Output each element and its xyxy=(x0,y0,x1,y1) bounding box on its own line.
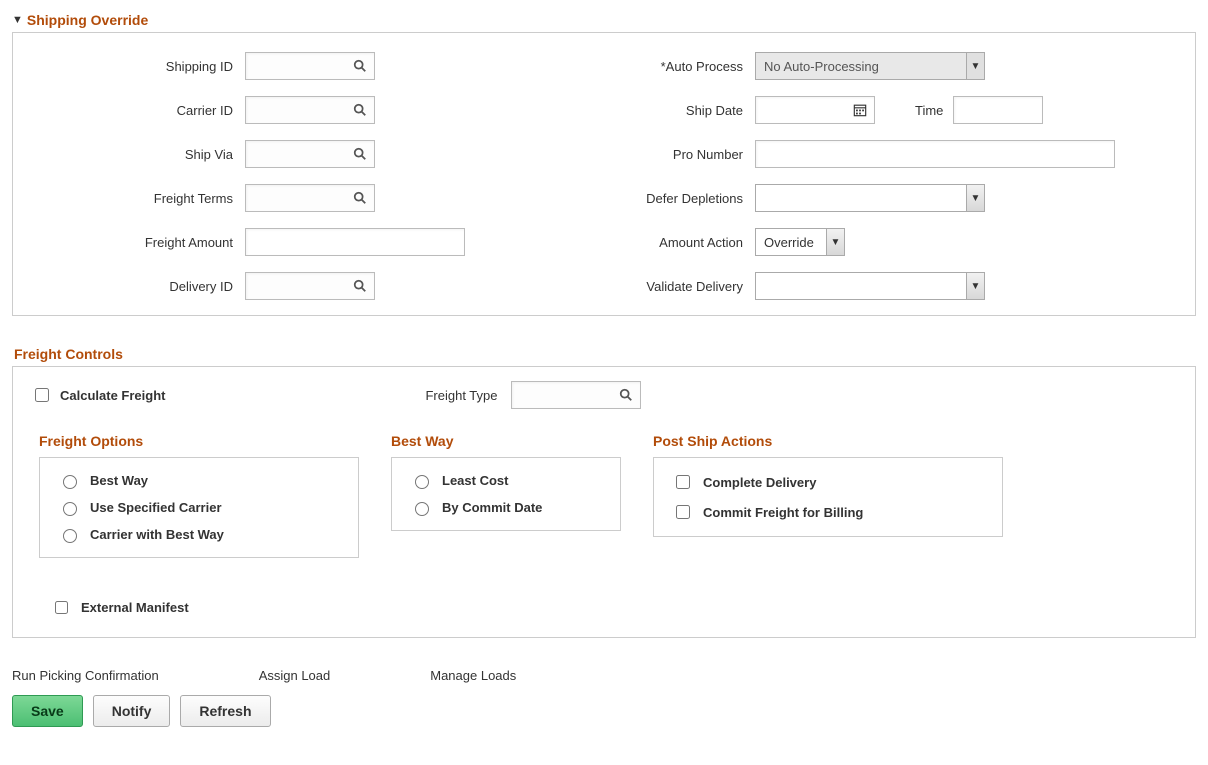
footer-links: Run Picking Confirmation Assign Load Man… xyxy=(12,668,1196,683)
freight-option-label: Use Specified Carrier xyxy=(90,500,222,515)
carrier-id-input[interactable] xyxy=(245,96,375,124)
external-manifest-label: External Manifest xyxy=(81,600,189,615)
pro-number-label: Pro Number xyxy=(545,147,755,162)
manage-loads-link[interactable]: Manage Loads xyxy=(430,668,516,683)
auto-process-label: *Auto Process xyxy=(545,59,755,74)
freight-option-specified-carrier-radio[interactable] xyxy=(63,502,77,516)
defer-depletions-value xyxy=(756,185,966,211)
complete-delivery-checkbox[interactable] xyxy=(676,475,690,489)
shipping-override-title: Shipping Override xyxy=(27,12,148,28)
chevron-down-icon: ▼ xyxy=(826,229,844,255)
freight-option-label: Carrier with Best Way xyxy=(90,527,224,542)
shipping-override-panel: Shipping ID Carrier ID Ship xyxy=(12,32,1196,316)
post-ship-actions-title: Post Ship Actions xyxy=(653,433,1003,449)
chevron-down-icon: ▼ xyxy=(966,273,984,299)
calculate-freight-label: Calculate Freight xyxy=(60,388,165,403)
ship-via-input[interactable] xyxy=(245,140,375,168)
validate-delivery-label: Validate Delivery xyxy=(545,279,755,294)
shipping-id-label: Shipping ID xyxy=(25,59,245,74)
ship-via-label: Ship Via xyxy=(25,147,245,162)
delivery-id-label: Delivery ID xyxy=(25,279,245,294)
freight-terms-input[interactable] xyxy=(245,184,375,212)
auto-process-value: No Auto-Processing xyxy=(756,53,966,79)
calculate-freight-checkbox[interactable] xyxy=(35,388,49,402)
validate-delivery-dropdown[interactable]: ▼ xyxy=(755,272,985,300)
best-way-box: Least Cost By Commit Date xyxy=(391,457,621,531)
validate-delivery-value xyxy=(756,273,966,299)
ship-date-input[interactable] xyxy=(755,96,875,124)
carrier-id-label: Carrier ID xyxy=(25,103,245,118)
best-way-commit-date-radio[interactable] xyxy=(415,502,429,516)
defer-depletions-label: Defer Depletions xyxy=(545,191,755,206)
freight-amount-input[interactable] xyxy=(245,228,465,256)
assign-load-link[interactable]: Assign Load xyxy=(259,668,331,683)
amount-action-label: Amount Action xyxy=(545,235,755,250)
freight-amount-label: Freight Amount xyxy=(25,235,245,250)
delivery-id-input[interactable] xyxy=(245,272,375,300)
post-ship-actions-box: Complete Delivery Commit Freight for Bil… xyxy=(653,457,1003,537)
commit-freight-billing-checkbox[interactable] xyxy=(676,505,690,519)
post-ship-option-label: Commit Freight for Billing xyxy=(703,505,863,520)
freight-options-title: Freight Options xyxy=(39,433,359,449)
freight-options-box: Best Way Use Specified Carrier Carrier w… xyxy=(39,457,359,558)
amount-action-dropdown[interactable]: Override ▼ xyxy=(755,228,845,256)
ship-date-label: Ship Date xyxy=(545,103,755,118)
button-row: Save Notify Refresh xyxy=(12,695,1196,727)
freight-option-carrier-best-way-radio[interactable] xyxy=(63,529,77,543)
freight-controls-header: Freight Controls xyxy=(14,346,1196,362)
amount-action-value: Override xyxy=(756,229,826,255)
save-button[interactable]: Save xyxy=(12,695,83,727)
freight-controls-panel: Calculate Freight Freight Type Freight O… xyxy=(12,366,1196,638)
freight-type-input[interactable] xyxy=(511,381,641,409)
freight-type-label: Freight Type xyxy=(425,388,497,403)
chevron-down-icon: ▼ xyxy=(966,185,984,211)
run-picking-confirmation-link[interactable]: Run Picking Confirmation xyxy=(12,668,159,683)
post-ship-option-label: Complete Delivery xyxy=(703,475,816,490)
defer-depletions-dropdown[interactable]: ▼ xyxy=(755,184,985,212)
external-manifest-checkbox[interactable] xyxy=(55,601,68,614)
best-way-option-label: Least Cost xyxy=(442,473,508,488)
freight-option-best-way-radio[interactable] xyxy=(63,475,77,489)
chevron-down-icon: ▼ xyxy=(966,53,984,79)
freight-option-label: Best Way xyxy=(90,473,148,488)
collapse-arrow-icon: ▼ xyxy=(12,14,23,26)
shipping-id-input[interactable] xyxy=(245,52,375,80)
refresh-button[interactable]: Refresh xyxy=(180,695,270,727)
auto-process-dropdown[interactable]: No Auto-Processing ▼ xyxy=(755,52,985,80)
pro-number-input[interactable] xyxy=(755,140,1115,168)
notify-button[interactable]: Notify xyxy=(93,695,171,727)
time-input[interactable] xyxy=(953,96,1043,124)
time-label: Time xyxy=(915,103,943,118)
best-way-option-label: By Commit Date xyxy=(442,500,542,515)
freight-terms-label: Freight Terms xyxy=(25,191,245,206)
best-way-title: Best Way xyxy=(391,433,621,449)
shipping-override-header[interactable]: ▼ Shipping Override xyxy=(12,12,1196,28)
best-way-least-cost-radio[interactable] xyxy=(415,475,429,489)
